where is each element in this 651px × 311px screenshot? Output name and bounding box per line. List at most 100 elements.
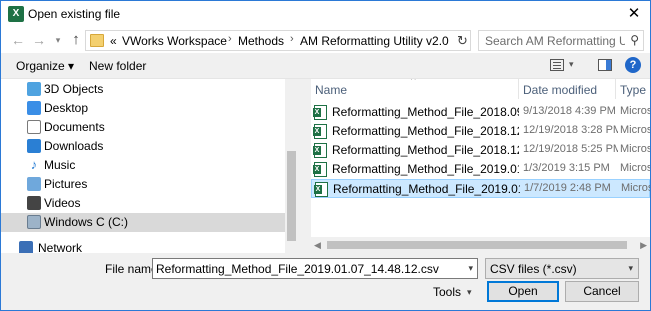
breadcrumb-methods[interactable]: Methods bbox=[238, 34, 284, 48]
scroll-left-icon[interactable]: ◀ bbox=[314, 240, 321, 251]
column-divider[interactable] bbox=[615, 79, 616, 99]
preview-pane-icon[interactable] bbox=[598, 59, 612, 71]
file-type: Microso bbox=[620, 124, 650, 136]
search-icon: ⚲ bbox=[630, 33, 639, 47]
file-row[interactable]: Reformatting_Method_File_2018.12.19_15..… bbox=[311, 122, 650, 141]
sidebar-item-music[interactable]: ♪ Music bbox=[1, 156, 285, 175]
recent-locations-chevron-icon[interactable]: ▾ bbox=[51, 32, 65, 48]
file-type-value: CSV files (*.csv) bbox=[490, 262, 577, 276]
file-date: 1/3/2019 3:15 PM bbox=[523, 162, 610, 174]
sidebar-item-network[interactable]: Network bbox=[1, 239, 285, 253]
excel-file-icon bbox=[313, 143, 327, 158]
sidebar-item-windows-c[interactable]: Windows C (C:) bbox=[1, 213, 285, 232]
pane-splitter[interactable] bbox=[298, 79, 311, 253]
file-type: Microso bbox=[620, 162, 650, 174]
pictures-icon bbox=[27, 177, 41, 191]
documents-icon bbox=[27, 120, 41, 134]
downloads-icon bbox=[27, 139, 41, 153]
videos-icon bbox=[27, 196, 41, 210]
dialog-title: Open existing file bbox=[28, 7, 121, 21]
column-header-name[interactable]: Name bbox=[315, 83, 347, 103]
cancel-button[interactable]: Cancel bbox=[565, 281, 639, 302]
sidebar-item-downloads[interactable]: Downloads bbox=[1, 137, 285, 156]
sidebar-item-label: Windows C (C:) bbox=[44, 215, 129, 229]
scrollbar-thumb[interactable] bbox=[327, 241, 627, 249]
view-options-chevron-icon[interactable]: ▾ bbox=[569, 59, 574, 70]
file-name: Reformatting_Method_File_2018.12.19_15..… bbox=[332, 124, 519, 138]
close-button[interactable]: ✕ bbox=[618, 1, 650, 27]
chevron-down-icon[interactable]: ▾ bbox=[628, 263, 633, 274]
navigation-pane-scrollbar[interactable] bbox=[285, 79, 298, 253]
file-type: Microso bbox=[620, 105, 650, 117]
sidebar-item-3d-objects[interactable]: 3D Objects bbox=[1, 80, 285, 99]
excel-file-icon bbox=[313, 124, 327, 139]
dialog-footer: File name: Reformatting_Method_File_2019… bbox=[1, 253, 650, 310]
sidebar-item-label: 3D Objects bbox=[44, 82, 104, 96]
breadcrumb-separator-icon[interactable]: › bbox=[228, 33, 232, 45]
up-arrow-icon[interactable]: ↑ bbox=[69, 32, 83, 48]
3d-objects-icon bbox=[27, 82, 41, 96]
column-divider[interactable] bbox=[518, 79, 519, 99]
chevron-down-icon[interactable]: ▾ bbox=[467, 287, 472, 298]
music-icon: ♪ bbox=[30, 157, 38, 172]
tools-button[interactable]: Tools bbox=[433, 285, 461, 299]
sidebar-item-documents[interactable]: Documents bbox=[1, 118, 285, 137]
file-row[interactable]: Reformatting_Method_File_2019.01.03_15..… bbox=[311, 160, 650, 179]
file-type: Microso bbox=[621, 182, 650, 194]
scrollbar-thumb[interactable] bbox=[287, 151, 296, 241]
sidebar-item-label: Music bbox=[44, 158, 76, 172]
scroll-right-icon[interactable]: ▶ bbox=[640, 240, 647, 251]
file-date: 12/19/2018 5:25 PM bbox=[523, 143, 618, 155]
new-folder-button[interactable]: New folder bbox=[89, 59, 146, 73]
file-name: Reformatting_Method_File_2018.09.13_16..… bbox=[332, 105, 519, 119]
sidebar-item-videos[interactable]: Videos bbox=[1, 194, 285, 213]
search-placeholder: Search AM Reformatting Utilit... bbox=[485, 34, 625, 48]
file-row[interactable]: Reformatting_Method_File_2018.09.13_16..… bbox=[311, 103, 650, 122]
file-row[interactable]: Reformatting_Method_File_2018.12.19_17..… bbox=[311, 141, 650, 160]
file-name: Reformatting_Method_File_2019.01.07_14..… bbox=[333, 182, 520, 196]
search-input[interactable]: Search AM Reformatting Utilit... ⚲ bbox=[478, 30, 644, 51]
sidebar-item-label: Documents bbox=[44, 120, 105, 134]
column-header-type[interactable]: Type bbox=[620, 83, 646, 103]
file-list[interactable]: Name ^ Date modified Type Reformatting_M… bbox=[311, 79, 650, 253]
breadcrumb-am-reformatting-utility[interactable]: AM Reformatting Utility v2.0 bbox=[300, 34, 449, 48]
excel-icon: X bbox=[8, 6, 24, 22]
file-name-value[interactable]: Reformatting_Method_File_2019.01.07_14.4… bbox=[156, 262, 439, 276]
open-button[interactable]: Open bbox=[487, 281, 559, 302]
file-type-select[interactable]: CSV files (*.csv) ▾ bbox=[485, 258, 639, 279]
refresh-icon[interactable]: ↻ bbox=[454, 30, 471, 51]
address-bar[interactable]: « VWorks Workspace › Methods › AM Reform… bbox=[85, 30, 526, 51]
help-icon[interactable]: ? bbox=[625, 57, 641, 73]
forward-arrow-icon[interactable]: → bbox=[32, 32, 46, 48]
organize-button[interactable]: Organize ▾ bbox=[16, 59, 74, 73]
file-type: Microso bbox=[620, 143, 650, 155]
sidebar-item-label: Downloads bbox=[44, 139, 104, 153]
breadcrumb-overflow[interactable]: « bbox=[110, 34, 117, 48]
command-toolbar: Organize ▾ New folder ▾ ? bbox=[1, 53, 650, 79]
title-bar: X Open existing file ✕ bbox=[1, 1, 650, 27]
change-view-icon[interactable] bbox=[550, 59, 564, 71]
file-date: 1/7/2019 2:48 PM bbox=[524, 182, 611, 194]
breadcrumb-vworks-workspace[interactable]: VWorks Workspace bbox=[122, 34, 227, 48]
folder-icon bbox=[90, 34, 104, 47]
file-list-horizontal-scrollbar[interactable]: ◀ ▶ bbox=[311, 237, 650, 253]
sidebar-item-label: Videos bbox=[44, 196, 81, 210]
excel-file-icon bbox=[313, 105, 327, 120]
excel-file-icon bbox=[314, 182, 328, 197]
sort-ascending-icon: ^ bbox=[411, 79, 416, 86]
excel-file-icon bbox=[313, 162, 327, 177]
breadcrumb-separator-icon[interactable]: › bbox=[290, 33, 294, 45]
column-header-date-modified[interactable]: Date modified bbox=[523, 83, 597, 103]
open-file-dialog: X Open existing file ✕ ← → ▾ ↑ « VWorks … bbox=[0, 0, 651, 311]
sidebar-item-desktop[interactable]: Desktop bbox=[1, 99, 285, 118]
back-arrow-icon[interactable]: ← bbox=[11, 32, 25, 48]
chevron-down-icon[interactable]: ▾ bbox=[468, 263, 473, 274]
sidebar-item-label: Desktop bbox=[44, 101, 89, 115]
file-row-selected[interactable]: Reformatting_Method_File_2019.01.07_14..… bbox=[311, 179, 650, 198]
navigation-pane[interactable]: 3D Objects Desktop Documents Downloads ♪… bbox=[1, 79, 298, 253]
navigation-bar: ← → ▾ ↑ « VWorks Workspace › Methods › A… bbox=[1, 27, 650, 53]
network-icon bbox=[19, 241, 33, 253]
sidebar-item-label: Pictures bbox=[44, 177, 88, 191]
sidebar-item-pictures[interactable]: Pictures bbox=[1, 175, 285, 194]
file-name-field[interactable]: Reformatting_Method_File_2019.01.07_14.4… bbox=[152, 258, 478, 279]
